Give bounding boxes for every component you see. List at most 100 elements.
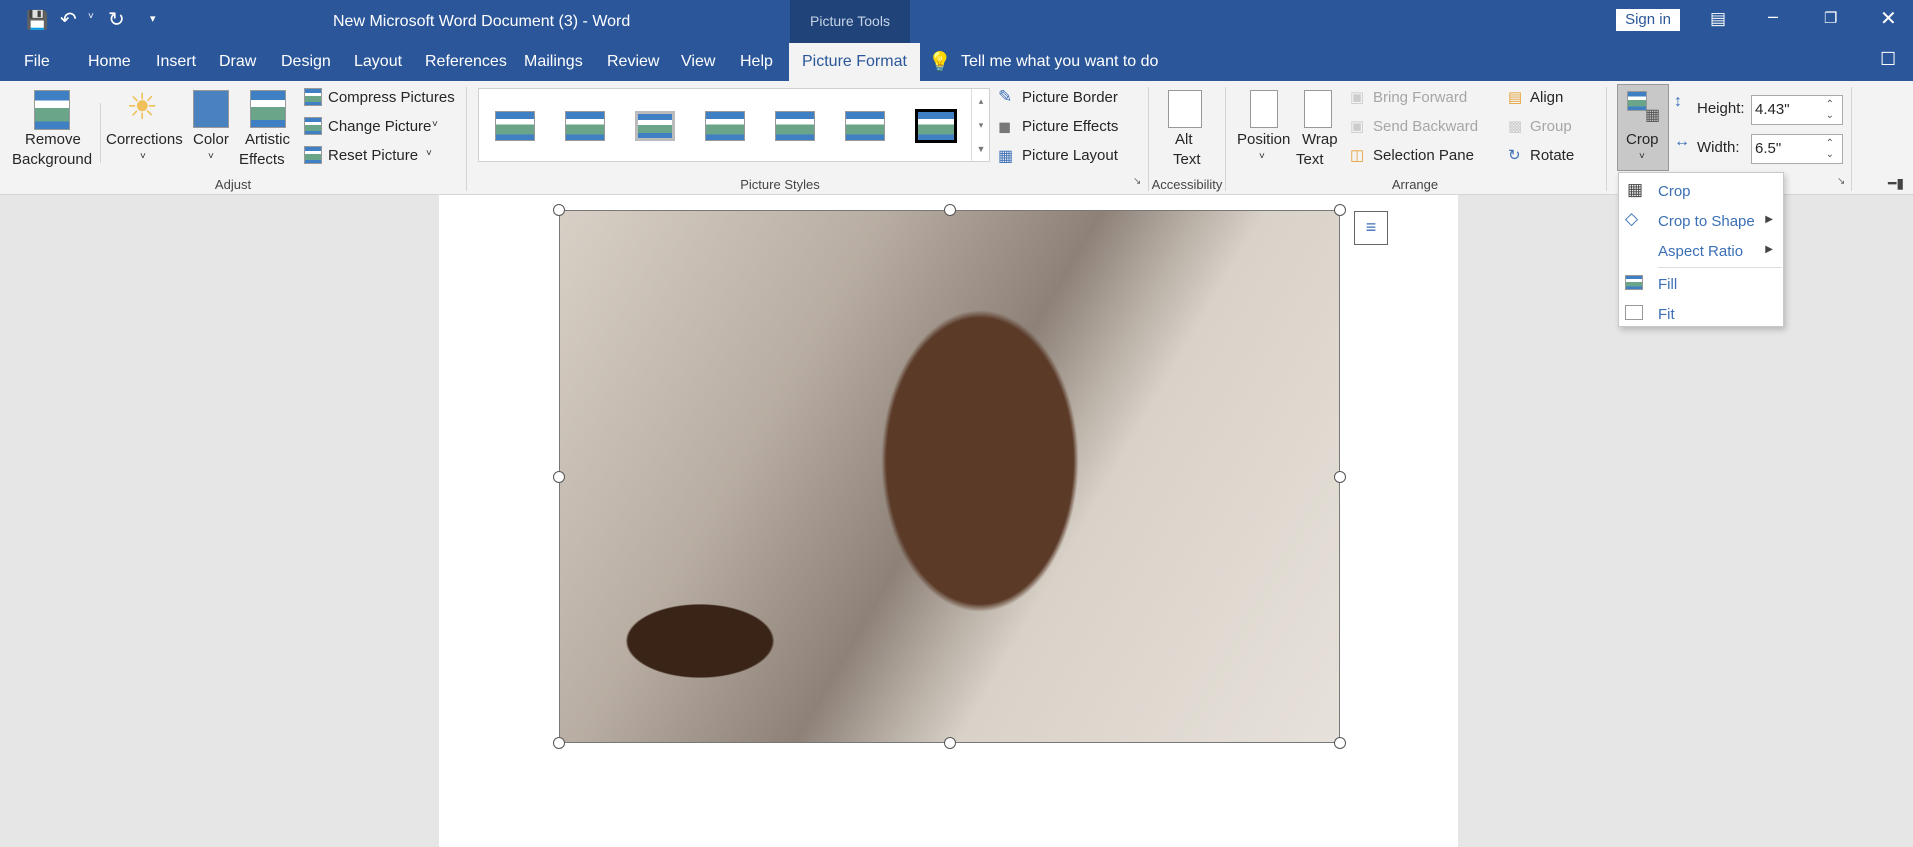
width-icon: ↔ [1674,133,1690,150]
picture-effects-button[interactable]: Picture Effects [1022,118,1118,135]
resize-handle[interactable] [1334,204,1346,216]
bring-forward-icon: ▣ [1350,89,1365,106]
selection-pane-button[interactable]: Selection Pane [1373,147,1474,164]
selected-picture[interactable] [559,210,1340,743]
tab-picture-format[interactable]: Picture Format [789,43,920,81]
menu-item-label: Crop [1658,183,1691,200]
compress-pictures-button[interactable]: Compress Pictures [328,89,455,106]
picture-border-button[interactable]: Picture Border [1022,89,1118,106]
menu-item-label: Aspect Ratio [1658,243,1744,260]
style-thumbnail[interactable] [705,111,745,141]
layout-options-button[interactable]: ≡ [1354,211,1388,245]
style-thumbnail[interactable] [845,111,885,141]
undo-icon[interactable]: ↶ [60,7,77,32]
resize-handle[interactable] [944,737,956,749]
gallery-scroll[interactable]: ▴ ▾ ▼ [971,89,990,161]
reset-picture-icon [304,146,322,164]
tab-file[interactable]: File [24,53,50,71]
tab-home[interactable]: Home [88,53,131,71]
tab-references[interactable]: References [425,53,507,71]
resize-handle[interactable] [1334,737,1346,749]
artistic-effects-button[interactable]: Artistic [245,131,290,148]
resize-handle[interactable] [553,471,565,483]
menu-item-crop[interactable]: ▦ Crop [1619,177,1785,205]
tab-layout[interactable]: Layout [354,53,402,71]
pin-ribbon-icon[interactable]: ━▮ [1888,175,1904,192]
resize-handle[interactable] [944,204,956,216]
change-picture-icon [304,117,322,135]
fit-icon [1625,305,1643,320]
position-button[interactable]: Position [1237,131,1290,148]
style-thumbnail[interactable] [635,111,675,141]
chevron-down-icon[interactable]: ˅ [1639,151,1645,162]
wrap-text-label: Text [1296,151,1324,168]
reset-picture-button[interactable]: Reset Picture [328,147,418,164]
picture-styles-gallery[interactable]: ▴ ▾ ▼ [478,88,990,162]
width-input[interactable]: 6.5" ⌃ ⌄ [1751,134,1843,164]
change-picture-button[interactable]: Change Picture [328,118,431,135]
ribbon-display-icon[interactable]: ▤ [1710,9,1726,29]
chevron-down-icon[interactable]: ˅ [1259,151,1265,162]
style-thumbnail[interactable] [775,111,815,141]
crop-button[interactable]: ▦ Crop ˅ [1617,84,1669,171]
tell-me-search[interactable]: Tell me what you want to do [961,53,1158,71]
menu-item-aspect-ratio[interactable]: Aspect Ratio ▶ [1619,237,1785,265]
bring-forward-button[interactable]: Bring Forward [1373,89,1467,106]
style-thumbnail[interactable] [495,111,535,141]
picture-icon [1627,91,1647,111]
tab-help[interactable]: Help [740,53,773,71]
selection-pane-icon: ◫ [1350,147,1365,164]
redo-icon[interactable]: ↻ [108,7,125,32]
menu-item-label: Fit [1658,306,1675,323]
title-bar: 💾 ↶ ˅ ↻ ▾ New Microsoft Word Document (3… [0,0,1913,43]
undo-dropdown-icon[interactable]: ˅ [88,11,94,22]
resize-handle[interactable] [553,204,565,216]
menu-item-crop-to-shape[interactable]: ◇ Crop to Shape ▶ [1619,207,1785,235]
position-icon [1250,90,1278,128]
color-button[interactable]: Color [193,131,229,148]
spinner-icon[interactable]: ⌃ ⌄ [1826,138,1834,160]
customize-qat-icon[interactable]: ▾ [150,12,156,25]
send-backward-button[interactable]: Send Backward [1373,118,1478,135]
save-icon[interactable]: 💾 [26,10,48,31]
tab-design[interactable]: Design [281,53,331,71]
chevron-down-icon[interactable]: ˅ [426,148,432,159]
comments-icon[interactable]: ☐ [1880,49,1896,70]
group-button[interactable]: Group [1530,118,1572,135]
alt-text-button[interactable]: Alt [1175,131,1193,148]
restore-icon[interactable]: ❐ [1824,9,1837,27]
menu-item-fill[interactable]: Fill [1619,270,1785,298]
height-input[interactable]: 4.43" ⌃ ⌄ [1751,95,1843,125]
picture-layout-button[interactable]: Picture Layout [1022,147,1118,164]
resize-handle[interactable] [553,737,565,749]
close-icon[interactable]: ✕ [1880,6,1897,31]
tab-view[interactable]: View [681,53,715,71]
dialog-launcher-icon[interactable]: ↘ [1837,176,1845,187]
corrections-icon: ☀ [126,86,159,127]
align-button[interactable]: Align [1530,89,1563,106]
chevron-down-icon[interactable]: ˅ [140,151,146,162]
group-icon: ▩ [1508,118,1523,135]
style-thumbnail[interactable] [565,111,605,141]
alt-text-label: Text [1173,151,1201,168]
rotate-button[interactable]: Rotate [1530,147,1574,164]
remove-background-button[interactable]: Remove [25,131,81,148]
divider [1851,87,1852,191]
tab-draw[interactable]: Draw [219,53,256,71]
minimize-icon[interactable]: – [1768,6,1778,27]
corrections-button[interactable]: Corrections [106,131,183,148]
tab-review[interactable]: Review [607,53,659,71]
chevron-down-icon[interactable]: ˅ [208,151,214,162]
resize-handle[interactable] [1334,471,1346,483]
spinner-icon[interactable]: ⌃ ⌄ [1826,99,1834,121]
wrap-text-button[interactable]: Wrap [1302,131,1338,148]
dialog-launcher-icon[interactable]: ↘ [1133,176,1141,187]
sign-in-button[interactable]: Sign in [1616,9,1680,31]
tab-mailings[interactable]: Mailings [524,53,583,71]
style-thumbnail[interactable] [915,109,957,143]
artistic-effects-icon [250,90,286,128]
tab-insert[interactable]: Insert [156,53,196,71]
menu-item-fit[interactable]: Fit [1619,300,1785,328]
chevron-down-icon[interactable]: ˅ [432,119,438,130]
send-backward-icon: ▣ [1350,118,1365,135]
